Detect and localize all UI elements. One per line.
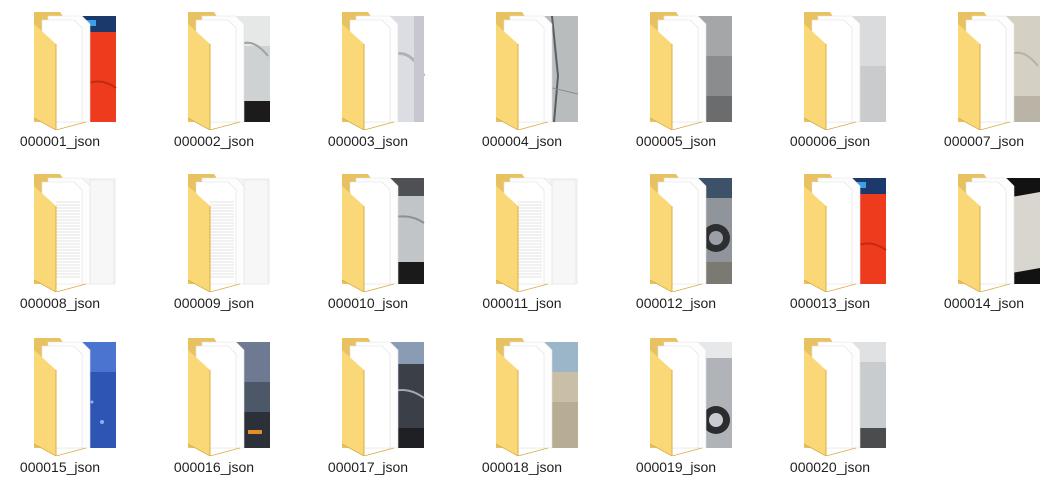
file-item[interactable]: 000014_json — [944, 172, 1041, 322]
file-item[interactable]: 000013_json — [790, 172, 930, 322]
folder-icon — [30, 172, 120, 292]
file-name-label: 000001_json — [19, 133, 101, 149]
file-item[interactable]: 000006_json — [790, 10, 930, 160]
file-item[interactable]: 000008_json — [20, 172, 160, 322]
folder-icon — [338, 172, 428, 292]
file-name-label: 000015_json — [19, 459, 101, 475]
folder-icon — [800, 172, 890, 292]
file-item[interactable]: 000016_json — [174, 336, 314, 483]
folder-icon — [800, 336, 890, 456]
file-name-label: 000018_json — [481, 459, 563, 475]
file-item[interactable]: 000018_json — [482, 336, 622, 483]
folder-icon — [492, 10, 582, 130]
folder-icon — [492, 336, 582, 456]
folder-icon — [338, 336, 428, 456]
file-item[interactable]: 000015_json — [20, 336, 160, 483]
file-name-label: 000017_json — [327, 459, 409, 475]
folder-icon — [646, 172, 736, 292]
file-item[interactable]: 000020_json — [790, 336, 930, 483]
folder-icon — [492, 172, 582, 292]
folder-icon — [954, 172, 1041, 292]
folder-icon — [30, 336, 120, 456]
file-item[interactable]: 000017_json — [328, 336, 468, 483]
file-item[interactable]: 000002_json — [174, 10, 314, 160]
file-name-label: 000013_json — [789, 295, 871, 311]
file-item[interactable]: 000009_json — [174, 172, 314, 322]
file-name-label: 000004_json — [481, 133, 563, 149]
file-name-label: 000011_json — [482, 295, 562, 311]
file-name-label: 000020_json — [789, 459, 871, 475]
file-name-label: 000006_json — [789, 133, 871, 149]
folder-icon — [30, 10, 120, 130]
file-item[interactable]: 000010_json — [328, 172, 468, 322]
file-item[interactable]: 000003_json — [328, 10, 468, 160]
file-name-label: 000008_json — [19, 295, 101, 311]
file-item[interactable]: 000004_json — [482, 10, 622, 160]
folder-icon — [338, 10, 428, 130]
file-name-label: 000005_json — [635, 133, 717, 149]
file-item[interactable]: 000005_json — [636, 10, 776, 160]
folder-icon — [184, 172, 274, 292]
file-item[interactable]: 000012_json — [636, 172, 776, 322]
file-name-label: 000003_json — [327, 133, 409, 149]
file-name-label: 000012_json — [635, 295, 717, 311]
file-name-label: 000010_json — [327, 295, 409, 311]
folder-icon — [646, 336, 736, 456]
folder-icon — [184, 10, 274, 130]
file-name-label: 000007_json — [943, 133, 1025, 149]
folder-icon — [800, 10, 890, 130]
folder-icon — [954, 10, 1041, 130]
folder-icon — [646, 10, 736, 130]
file-item[interactable]: 000011_json — [482, 172, 622, 322]
file-grid: 000001_json 000002_json 000003_json 0000… — [0, 0, 1041, 483]
file-name-label: 000019_json — [635, 459, 717, 475]
file-name-label: 000002_json — [173, 133, 255, 149]
file-item[interactable]: 000001_json — [20, 10, 160, 160]
file-item[interactable]: 000019_json — [636, 336, 776, 483]
file-item[interactable]: 000007_json — [944, 10, 1041, 160]
file-name-label: 000009_json — [173, 295, 255, 311]
folder-icon — [184, 336, 274, 456]
file-name-label: 000014_json — [943, 295, 1025, 311]
file-name-label: 000016_json — [173, 459, 255, 475]
